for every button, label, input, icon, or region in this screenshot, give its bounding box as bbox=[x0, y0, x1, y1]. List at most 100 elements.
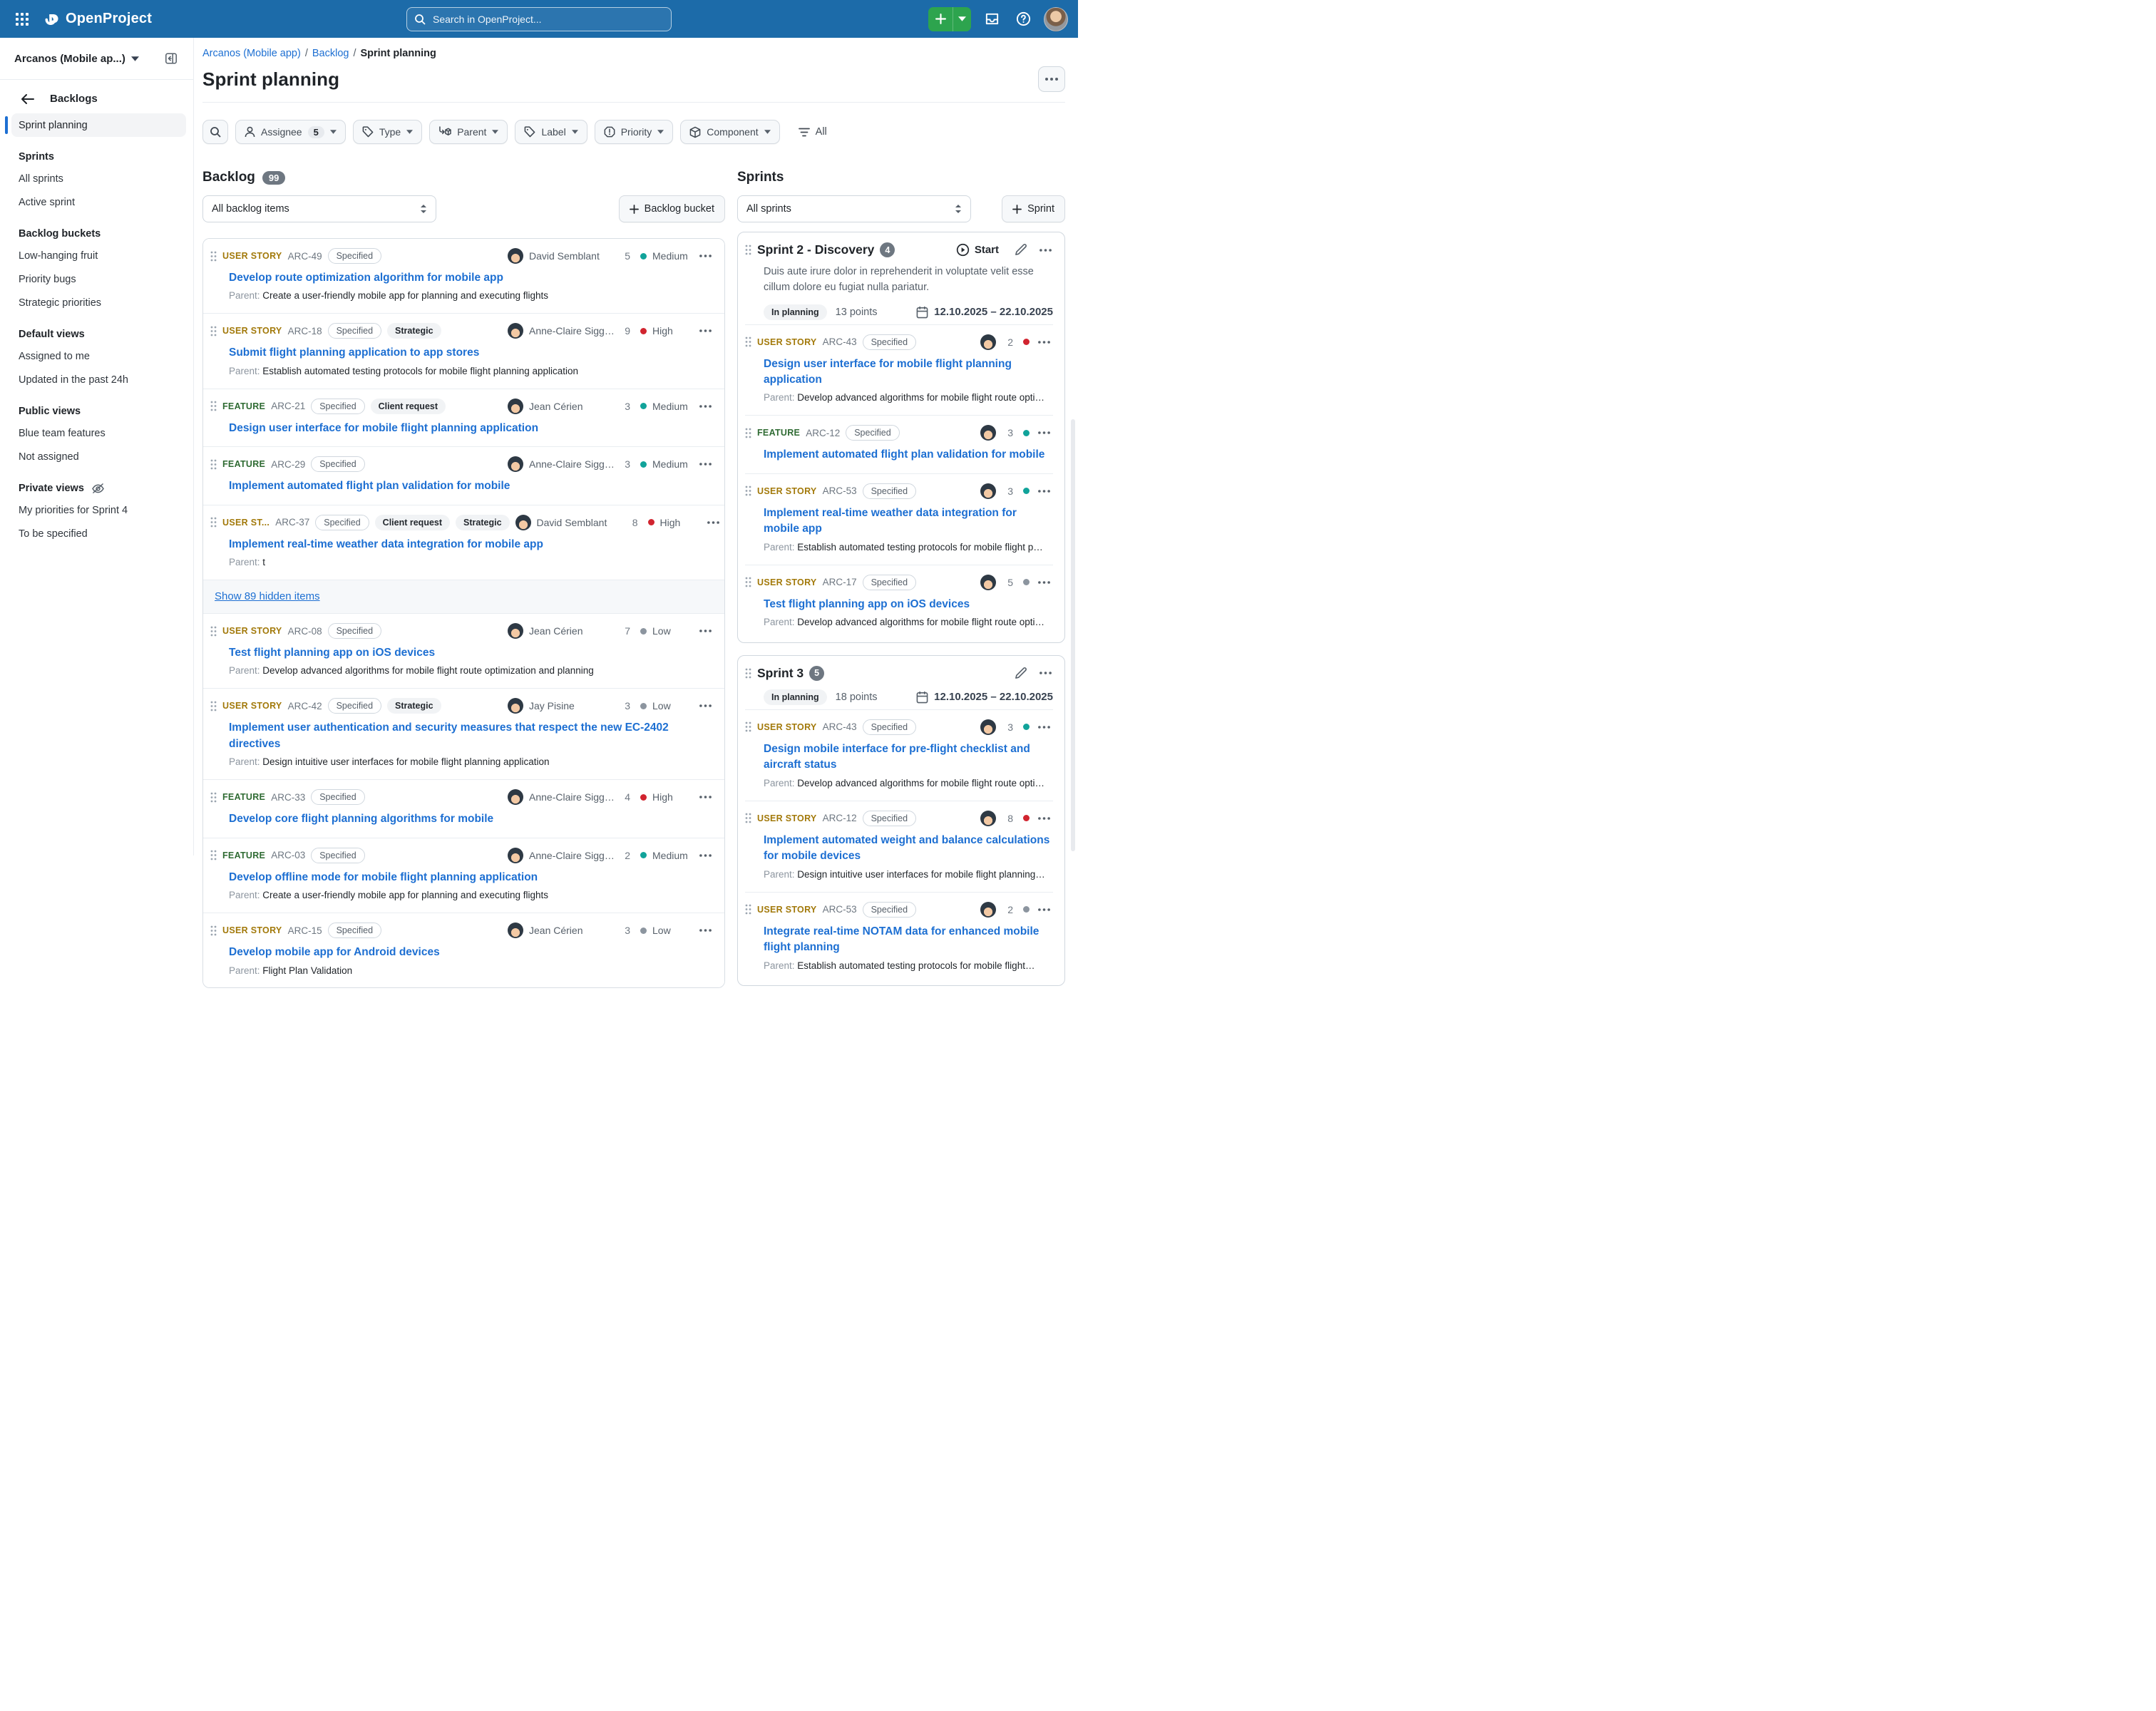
work-item-title-link[interactable]: Develop core flight planning algorithms … bbox=[229, 811, 713, 827]
add-backlog-bucket-button[interactable]: Backlog bucket bbox=[619, 195, 725, 222]
sidebar-item-low-hanging-fruit[interactable]: Low-hanging fruit bbox=[11, 244, 186, 267]
work-item-title-link[interactable]: Submit flight planning application to ap… bbox=[229, 345, 713, 361]
inbox-icon[interactable] bbox=[981, 9, 1002, 30]
filter-chip-type[interactable]: Type bbox=[353, 120, 422, 144]
project-name: Arcanos (Mobile ap...) bbox=[14, 53, 125, 65]
drag-handle-icon[interactable] bbox=[210, 701, 217, 711]
edit-sprint-button[interactable] bbox=[1013, 242, 1028, 257]
work-item-title-link[interactable]: Implement automated flight plan validati… bbox=[229, 478, 713, 494]
add-sprint-button[interactable]: Sprint bbox=[1002, 195, 1065, 222]
drag-handle-icon[interactable] bbox=[745, 668, 751, 679]
drag-handle-icon[interactable] bbox=[745, 428, 751, 438]
work-item-title-link[interactable]: Develop mobile app for Android devices bbox=[229, 945, 713, 960]
openproject-logo[interactable]: OpenProject bbox=[41, 9, 152, 29]
row-more-menu-button[interactable] bbox=[1037, 580, 1052, 585]
edit-sprint-button[interactable] bbox=[1013, 666, 1028, 681]
filter-chip-priority[interactable]: Priority bbox=[595, 120, 674, 144]
drag-handle-icon[interactable] bbox=[210, 925, 217, 936]
row-more-menu-button[interactable] bbox=[698, 794, 713, 800]
sidebar-item-blue-team-features[interactable]: Blue team features bbox=[11, 421, 186, 445]
drag-handle-icon[interactable] bbox=[745, 485, 751, 496]
filter-chip-assignee[interactable]: Assignee5 bbox=[235, 120, 346, 144]
project-selector[interactable]: Arcanos (Mobile ap...) bbox=[0, 38, 193, 79]
app-grid-icon[interactable] bbox=[10, 7, 34, 31]
sidebar-item-active-sprint[interactable]: Active sprint bbox=[11, 190, 186, 214]
sidebar-item-my-priorities-for-sprint-4[interactable]: My priorities for Sprint 4 bbox=[11, 498, 186, 522]
drag-handle-icon[interactable] bbox=[210, 626, 217, 637]
row-more-menu-button[interactable] bbox=[698, 404, 713, 409]
drag-handle-icon[interactable] bbox=[210, 850, 217, 860]
drag-handle-icon[interactable] bbox=[745, 336, 751, 347]
sidebar-item-priority-bugs[interactable]: Priority bugs bbox=[11, 267, 186, 291]
row-more-menu-button[interactable] bbox=[706, 520, 721, 525]
drag-handle-icon[interactable] bbox=[210, 459, 217, 470]
quick-add-caret-icon[interactable] bbox=[953, 7, 971, 31]
drag-handle-icon[interactable] bbox=[745, 813, 751, 823]
filter-search-button[interactable] bbox=[202, 120, 228, 144]
drag-handle-icon[interactable] bbox=[745, 904, 751, 915]
filter-chip-component[interactable]: Component bbox=[680, 120, 779, 144]
row-more-menu-button[interactable] bbox=[1037, 430, 1052, 436]
row-more-menu-button[interactable] bbox=[698, 928, 713, 933]
work-item-title-link[interactable]: Implement user authentication and securi… bbox=[229, 720, 713, 752]
show-hidden-items-link[interactable]: Show 89 hidden items bbox=[215, 590, 320, 602]
row-more-menu-button[interactable] bbox=[698, 328, 713, 334]
drag-handle-icon[interactable] bbox=[210, 326, 217, 336]
sprint-start-button[interactable]: Start bbox=[952, 242, 1003, 257]
filter-chip-parent[interactable]: Parent bbox=[429, 120, 508, 144]
sidebar-item-to-be-specified[interactable]: To be specified bbox=[11, 522, 186, 545]
drag-handle-icon[interactable] bbox=[210, 401, 217, 411]
sidebar-item-assigned-to-me[interactable]: Assigned to me bbox=[11, 344, 186, 368]
filter-chip-label[interactable]: Label bbox=[515, 120, 587, 144]
breadcrumb-link[interactable]: Arcanos (Mobile app) bbox=[202, 48, 301, 59]
plus-icon[interactable] bbox=[928, 7, 953, 31]
filter-all-button[interactable]: All bbox=[799, 126, 827, 138]
row-more-menu-button[interactable] bbox=[698, 253, 713, 259]
breadcrumb-link[interactable]: Backlog bbox=[312, 48, 349, 59]
search-box[interactable] bbox=[406, 7, 672, 31]
work-item-title-link[interactable]: Develop offline mode for mobile flight p… bbox=[229, 870, 713, 885]
page-more-menu-button[interactable] bbox=[1038, 66, 1065, 92]
sidebar-item-all-sprints[interactable]: All sprints bbox=[11, 167, 186, 190]
work-item-title-link[interactable]: Develop route optimization algorithm for… bbox=[229, 270, 713, 286]
sprint-more-menu-button[interactable] bbox=[1038, 670, 1053, 676]
row-more-menu-button[interactable] bbox=[698, 703, 713, 709]
drag-handle-icon[interactable] bbox=[745, 577, 751, 587]
row-more-menu-button[interactable] bbox=[698, 461, 713, 467]
vertical-scrollbar[interactable] bbox=[1071, 419, 1075, 851]
work-item-title-link[interactable]: Implement real-time weather data integra… bbox=[229, 537, 713, 553]
drag-handle-icon[interactable] bbox=[745, 721, 751, 732]
work-item-title-link[interactable]: Design user interface for mobile flight … bbox=[229, 421, 713, 436]
work-item-title-link[interactable]: Test flight planning app on iOS devices bbox=[229, 645, 713, 661]
row-more-menu-button[interactable] bbox=[1037, 907, 1052, 913]
backlog-items-select[interactable]: All backlog items bbox=[202, 195, 436, 222]
row-more-menu-button[interactable] bbox=[1037, 339, 1052, 345]
sprint-more-menu-button[interactable] bbox=[1038, 247, 1053, 253]
work-item-title-link[interactable]: Implement real-time weather data integra… bbox=[764, 505, 1052, 538]
collapse-sidebar-button[interactable] bbox=[160, 48, 182, 69]
row-more-menu-button[interactable] bbox=[1037, 488, 1052, 494]
drag-handle-icon[interactable] bbox=[210, 251, 217, 262]
sprints-select[interactable]: All sprints bbox=[737, 195, 971, 222]
backlogs-back-link[interactable]: Backlogs bbox=[0, 87, 193, 111]
sidebar-item-strategic-priorities[interactable]: Strategic priorities bbox=[11, 291, 186, 314]
work-item-title-link[interactable]: Test flight planning app on iOS devices bbox=[764, 597, 1052, 612]
sidebar-item-not-assigned[interactable]: Not assigned bbox=[11, 445, 186, 468]
work-item-title-link[interactable]: Implement automated weight and balance c… bbox=[764, 833, 1052, 865]
work-item-title-link[interactable]: Implement automated flight plan validati… bbox=[764, 447, 1052, 463]
sidebar-item-updated-in-the-past-24h[interactable]: Updated in the past 24h bbox=[11, 368, 186, 391]
user-avatar[interactable] bbox=[1044, 7, 1068, 31]
sidebar-item-sprint-planning[interactable]: Sprint planning bbox=[11, 113, 186, 137]
help-icon[interactable] bbox=[1012, 9, 1034, 30]
drag-handle-icon[interactable] bbox=[210, 517, 217, 528]
drag-handle-icon[interactable] bbox=[745, 245, 751, 255]
row-more-menu-button[interactable] bbox=[1037, 816, 1052, 821]
row-more-menu-button[interactable] bbox=[698, 628, 713, 634]
work-item-title-link[interactable]: Integrate real-time NOTAM data for enhan… bbox=[764, 924, 1052, 956]
drag-handle-icon[interactable] bbox=[210, 792, 217, 803]
row-more-menu-button[interactable] bbox=[1037, 724, 1052, 730]
work-item-title-link[interactable]: Design user interface for mobile flight … bbox=[764, 356, 1052, 389]
row-more-menu-button[interactable] bbox=[698, 853, 713, 858]
work-item-title-link[interactable]: Design mobile interface for pre-flight c… bbox=[764, 741, 1052, 774]
search-input[interactable] bbox=[431, 13, 664, 26]
